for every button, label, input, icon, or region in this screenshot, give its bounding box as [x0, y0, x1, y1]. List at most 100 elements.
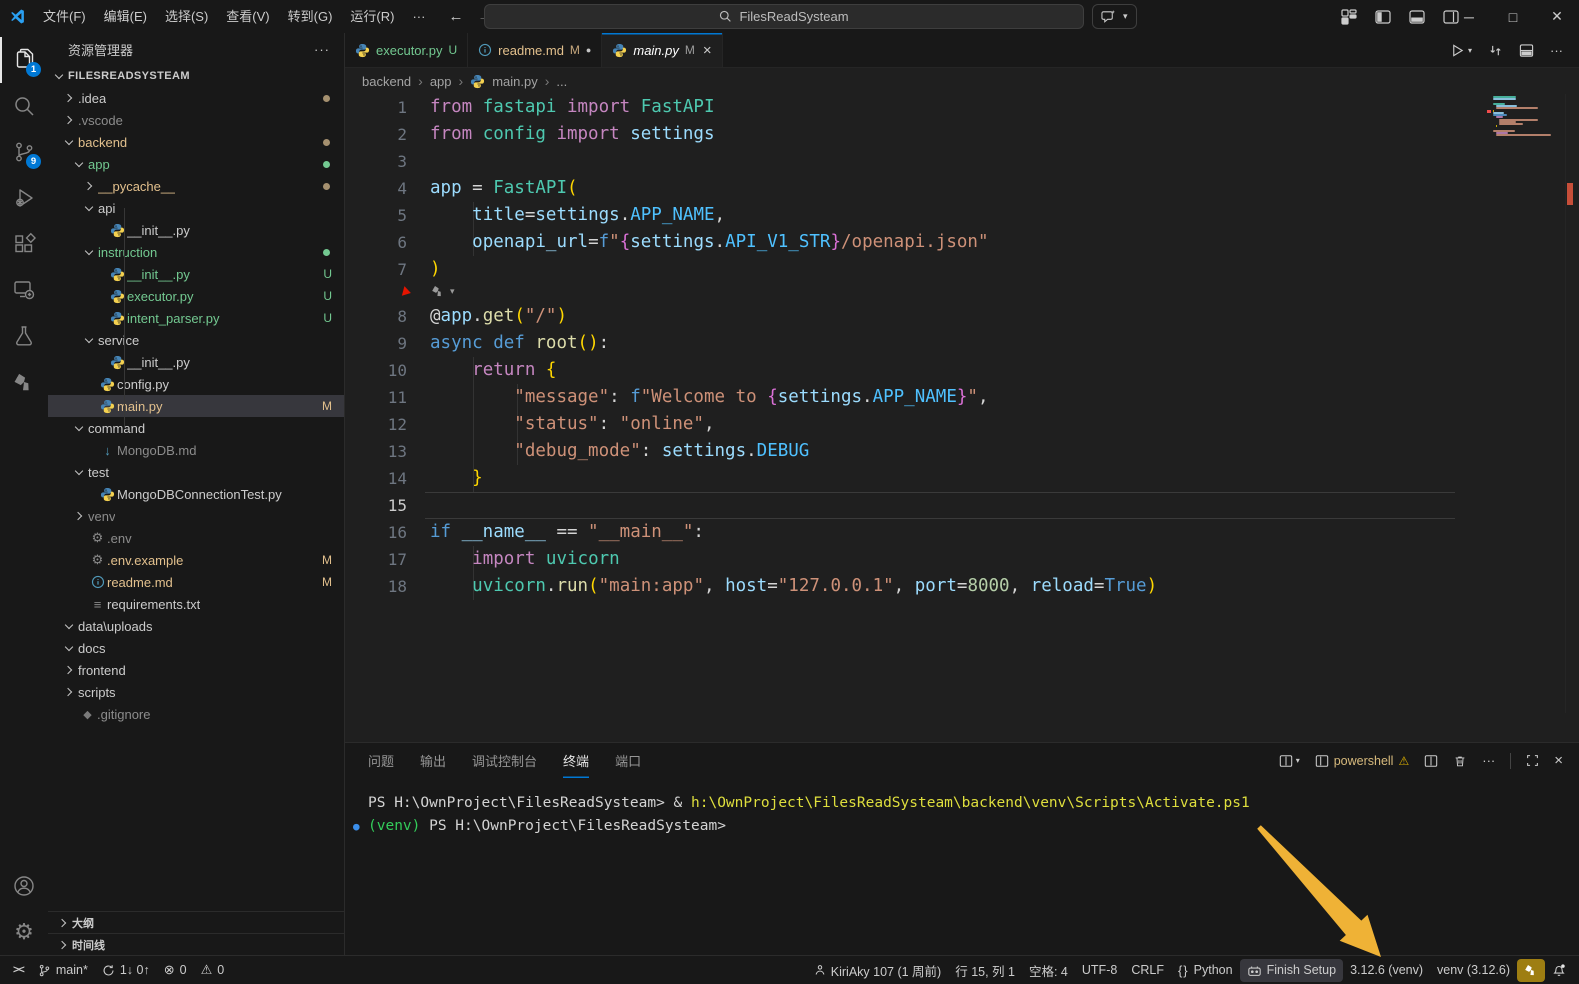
command-decoration-icon[interactable]: ●: [353, 815, 360, 838]
menu-item[interactable]: 编辑(E): [95, 5, 156, 29]
tree-item-test[interactable]: test: [48, 461, 344, 483]
tree-item-executor.py[interactable]: executor.pyU: [48, 285, 344, 307]
tree-item-FILESREADSYSTEAM[interactable]: FILESREADSYSTEAM: [48, 65, 344, 87]
status-indentation[interactable]: 空格: 4: [1022, 959, 1075, 982]
sidebar-more-icon[interactable]: ···: [314, 42, 330, 57]
tree-item-instruction[interactable]: instruction: [48, 241, 344, 263]
tree-item-config.py[interactable]: config.py: [48, 373, 344, 395]
tree-item-intent_parser.py[interactable]: intent_parser.pyU: [48, 307, 344, 329]
status-problems-warnings[interactable]: ⚠0: [194, 959, 232, 982]
maximize-panel-icon[interactable]: [1526, 754, 1539, 767]
testing-icon[interactable]: [0, 313, 48, 359]
outline-section[interactable]: 大纲: [48, 911, 344, 933]
menu-item[interactable]: 转到(G): [279, 5, 342, 29]
run-debug-icon[interactable]: [0, 175, 48, 221]
tree-item-.gitignore[interactable]: ◆.gitignore: [48, 703, 344, 725]
maximize-button[interactable]: □: [1491, 0, 1535, 33]
nav-back-icon[interactable]: ←: [448, 8, 463, 25]
remote-explorer-icon[interactable]: [0, 267, 48, 313]
account-icon[interactable]: [0, 863, 48, 909]
minimap[interactable]: [1493, 96, 1559, 137]
tree-item-requirements.txt[interactable]: ≡requirements.txt: [48, 593, 344, 615]
menu-item[interactable]: 运行(R): [341, 5, 403, 29]
close-tab-icon[interactable]: ×: [703, 42, 712, 59]
panel-tab-调试控制台[interactable]: 调试控制台: [472, 743, 537, 778]
status-encoding[interactable]: UTF-8: [1075, 959, 1124, 982]
open-changes-icon[interactable]: [1488, 43, 1503, 58]
explorer-icon[interactable]: 1: [0, 37, 48, 83]
toggle-sidebar-icon[interactable]: [1375, 9, 1391, 25]
split-editor-icon[interactable]: [1519, 43, 1534, 58]
tree-item-command[interactable]: command: [48, 417, 344, 439]
terminal-tab-powershell[interactable]: powershell ⚠: [1315, 754, 1410, 768]
status-git-branch[interactable]: main*: [31, 959, 95, 982]
editor-tab-readme.md[interactable]: readme.mdM●: [468, 33, 602, 67]
status-eol[interactable]: CRLF: [1124, 959, 1171, 982]
tree-item-data-uploads[interactable]: data\uploads: [48, 615, 344, 637]
tree-item-readme.md[interactable]: readme.mdM: [48, 571, 344, 593]
status-extension-pinwheel[interactable]: [1517, 959, 1545, 982]
menu-item[interactable]: 查看(V): [217, 5, 278, 29]
tree-item-.idea[interactable]: .idea: [48, 87, 344, 109]
tree-item-__init__.py[interactable]: __init__.pyU: [48, 263, 344, 285]
breadcrumb-item[interactable]: app: [430, 74, 452, 89]
code-editor[interactable]: 1from fastapi import FastAPI2from config…: [345, 94, 1579, 742]
status-git-blame[interactable]: KiriAky 107 (1 周前): [807, 959, 948, 982]
breadcrumb-item[interactable]: ...: [556, 74, 567, 89]
tree-item-__init__.py[interactable]: __init__.py: [48, 351, 344, 373]
tree-item-scripts[interactable]: scripts: [48, 681, 344, 703]
tree-item-main.py[interactable]: main.pyM: [48, 395, 344, 417]
split-terminal-icon[interactable]: [1424, 754, 1438, 768]
breadcrumb-item[interactable]: main.py: [492, 74, 538, 89]
status-problems-errors[interactable]: ⊗0: [157, 959, 194, 982]
tree-item-frontend[interactable]: frontend: [48, 659, 344, 681]
copilot-button[interactable]: ▾: [1092, 4, 1137, 29]
pinwheel-extension-icon[interactable]: [0, 359, 48, 405]
search-view-icon[interactable]: [0, 83, 48, 129]
status-cursor-position[interactable]: 行 15, 列 1: [948, 959, 1022, 982]
tree-item-MongoDB.md[interactable]: ↓MongoDB.md: [48, 439, 344, 461]
tree-item-.vscode[interactable]: .vscode: [48, 109, 344, 131]
tree-item-.env[interactable]: ⚙.env: [48, 527, 344, 549]
tree-item-venv[interactable]: venv: [48, 505, 344, 527]
panel-tab-端口[interactable]: 端口: [615, 743, 641, 778]
tree-item-.env.example[interactable]: ⚙.env.exampleM: [48, 549, 344, 571]
extensions-icon[interactable]: [0, 221, 48, 267]
menu-item[interactable]: 选择(S): [156, 5, 217, 29]
breadcrumb-item[interactable]: backend: [362, 74, 411, 89]
status-notifications[interactable]: [1545, 959, 1573, 982]
status-python-interpreter[interactable]: 3.12.6 (venv): [1343, 959, 1430, 982]
panel-tab-输出[interactable]: 输出: [420, 743, 446, 778]
status-language-mode[interactable]: {}Python: [1171, 959, 1240, 982]
status-finish-setup[interactable]: Finish Setup: [1240, 959, 1343, 982]
tree-item-backend[interactable]: backend: [48, 131, 344, 153]
panel-more-icon[interactable]: ···: [1482, 753, 1495, 768]
menu-item[interactable]: ···: [403, 5, 434, 29]
minimize-button[interactable]: ─: [1447, 0, 1491, 33]
terminal-output[interactable]: PS H:\OwnProject\FilesReadSysteam> & h:\…: [345, 778, 1579, 838]
timeline-section[interactable]: 时间线: [48, 933, 344, 955]
status-python-env[interactable]: venv (3.12.6): [1430, 959, 1517, 982]
close-panel-icon[interactable]: ×: [1554, 752, 1563, 769]
editor-tab-executor.py[interactable]: executor.pyU: [345, 33, 468, 67]
tree-item-MongoDBConnectionTest.py[interactable]: MongoDBConnectionTest.py: [48, 483, 344, 505]
status-remote-indicator[interactable]: ><: [6, 959, 31, 982]
tree-item-__pycache__[interactable]: __pycache__: [48, 175, 344, 197]
ai-inline-widget[interactable]: ▾: [430, 283, 455, 299]
run-python-file-icon[interactable]: ▾: [1450, 43, 1472, 58]
menu-item[interactable]: 文件(F): [34, 5, 95, 29]
kill-terminal-icon[interactable]: [1453, 754, 1467, 768]
panel-tab-问题[interactable]: 问题: [368, 743, 394, 778]
command-center-search[interactable]: FilesReadSysteam: [484, 4, 1084, 29]
more-actions-icon[interactable]: ···: [1550, 43, 1563, 58]
editor-tab-main.py[interactable]: main.pyM×: [602, 33, 722, 67]
new-terminal-icon[interactable]: ▾: [1279, 754, 1300, 768]
settings-gear-icon[interactable]: ⚙: [0, 909, 48, 955]
tree-item-service[interactable]: service: [48, 329, 344, 351]
tree-item-__init__.py[interactable]: __init__.py: [48, 219, 344, 241]
status-git-sync[interactable]: 1↓ 0↑: [95, 959, 157, 982]
tree-item-api[interactable]: api: [48, 197, 344, 219]
customize-layout-icon[interactable]: [1341, 9, 1357, 25]
dirty-indicator-icon[interactable]: ●: [586, 45, 591, 55]
close-button[interactable]: ✕: [1535, 0, 1579, 33]
